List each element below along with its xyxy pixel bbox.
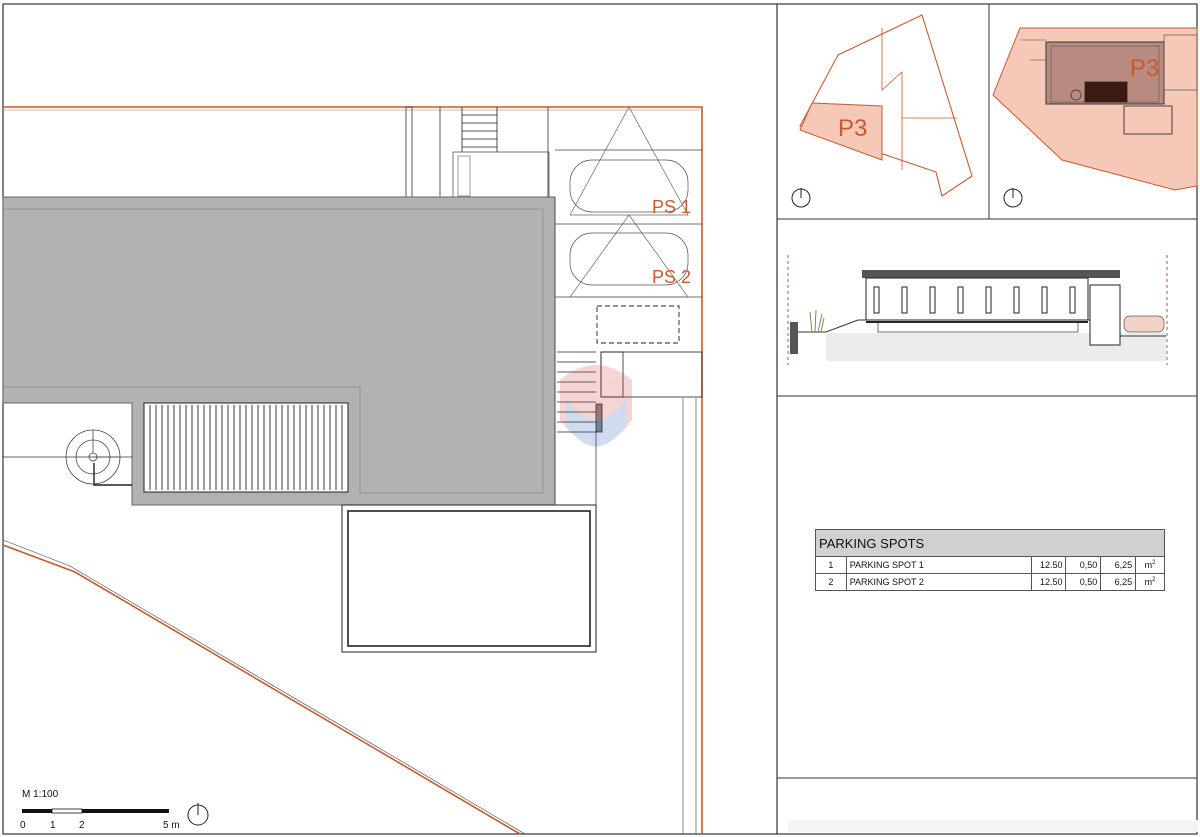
swimming-pool-outer — [341, 504, 597, 653]
parking-label-ps2: PS 2 — [652, 267, 691, 287]
parking-label-ps1: PS 1 — [652, 197, 691, 217]
section-foundation — [877, 321, 1079, 333]
table-cell-v3: 6,25 — [1100, 556, 1137, 574]
spiral-stair-rail — [93, 463, 132, 486]
scale-bar: M 1:100 0 1 2 5 m — [20, 789, 180, 831]
scale-segment — [82, 809, 169, 813]
scale-segment — [22, 809, 52, 813]
table-cell-v2: 0,50 — [1065, 573, 1102, 591]
section-car — [1123, 315, 1165, 333]
north-arrow-icon — [187, 803, 209, 826]
parking-spots-table: PARKING SPOTS 1 PARKING SPOT 1 12.50 0,5… — [815, 529, 1165, 591]
upper-wall — [405, 106, 413, 198]
table-cell-v1: 12.50 — [1030, 573, 1067, 591]
unit-exponent: 2 — [1152, 560, 1156, 566]
site-plan: PS 1 PS 2 M 1:100 0 1 2 5 m — [2, 106, 703, 835]
drawing-sheet: PS 1 PS 2 M 1:100 0 1 2 5 m P3 P3 — [2, 3, 1198, 835]
scale-title: M 1:100 — [22, 789, 59, 800]
table-cell-name: PARKING SPOT 1 — [845, 556, 1032, 574]
bottom-panel-strip — [788, 820, 1198, 832]
parcel-line — [881, 28, 903, 170]
table-row: 1 PARKING SPOT 1 12.50 0,50 6,25 m2 — [815, 556, 1165, 574]
scale-tick-label: 1 — [50, 820, 56, 831]
key-plan-label-p3: P3 — [838, 115, 867, 142]
north-arrow-icon — [1003, 188, 1023, 208]
table-cell-unit: m2 — [1135, 573, 1165, 591]
table-cell-v1: 12.50 — [1030, 556, 1067, 574]
parking-area: PS 1 PS 2 — [555, 106, 702, 344]
key-plan-label-p3: P3 — [1130, 55, 1159, 82]
key-plan-site: P3 — [791, 14, 973, 208]
table-cell-v3: 6,25 — [1100, 573, 1137, 591]
table-cell-id: 1 — [815, 556, 847, 574]
dashed-reserved-area — [596, 305, 680, 344]
building-section — [787, 255, 1168, 365]
entry-frame-inner — [457, 155, 471, 197]
table-cell-unit: m2 — [1135, 556, 1165, 574]
scale-tick-label: 0 — [20, 820, 26, 831]
scale-tick-label: 2 — [79, 820, 85, 831]
table-cell-v2: 0,50 — [1065, 556, 1102, 574]
table-cell-id: 2 — [815, 573, 847, 591]
scale-segment — [51, 808, 83, 814]
section-plants — [809, 309, 825, 333]
parking-table-title: PARKING SPOTS — [815, 529, 1165, 557]
section-garage — [1089, 284, 1121, 346]
section-body — [865, 277, 1089, 321]
key-plan-zoom: P3 — [992, 27, 1198, 208]
scale-tick-label: 5 m — [163, 820, 180, 831]
north-arrow-icon — [791, 188, 811, 208]
zoom-pergola — [1084, 81, 1128, 103]
section-roof — [862, 270, 1120, 278]
table-row: 2 PARKING SPOT 2 12.50 0,50 6,25 m2 — [815, 573, 1165, 591]
unit-exponent: 2 — [1152, 577, 1156, 583]
section-retaining-wall — [790, 322, 798, 354]
table-cell-name: PARKING SPOT 2 — [845, 573, 1032, 591]
upper-stair — [461, 107, 498, 152]
entry-frame — [452, 151, 550, 198]
parking-table: PARKING SPOTS 1 PARKING SPOT 1 12.50 0,5… — [815, 529, 1165, 591]
watermark-shape — [560, 365, 632, 447]
